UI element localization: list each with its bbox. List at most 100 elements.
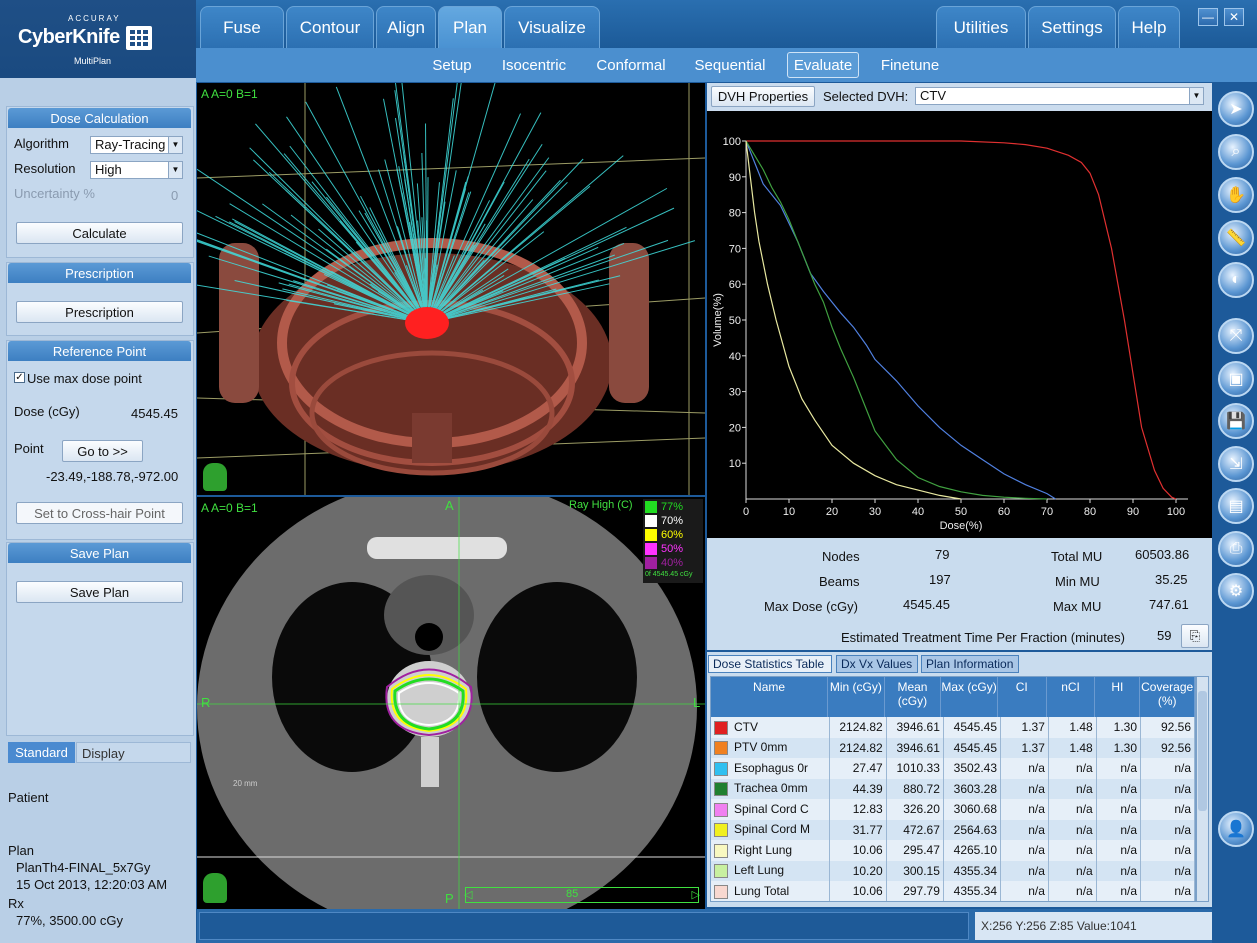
subtab-isocentric[interactable]: Isocentric — [496, 52, 572, 78]
tab-settings[interactable]: Settings — [1028, 6, 1116, 48]
save-icon[interactable]: 💾 — [1218, 403, 1254, 439]
orientation-head-icon[interactable] — [203, 873, 227, 903]
pan-hand-icon[interactable]: ✋ — [1218, 177, 1254, 213]
beams-value: 197 — [929, 572, 951, 587]
orientation-head-icon[interactable] — [203, 463, 227, 491]
isodose-label: 70% — [661, 515, 684, 527]
table-cell: n/a — [1096, 758, 1142, 779]
subtab-finetune[interactable]: Finetune — [876, 52, 944, 78]
uncertainty-value: 0 — [171, 188, 179, 203]
layout-icon[interactable]: ⚙ — [1218, 573, 1254, 609]
table-cell: n/a — [1140, 860, 1195, 881]
table-row[interactable]: PTV 0mm 2124.82 3946.61 4545.45 1.37 1.48 1.30… — [711, 737, 1195, 758]
tab-visualize[interactable]: Visualize — [504, 6, 600, 48]
tab-display[interactable]: Display — [76, 742, 191, 763]
table-scrollbar[interactable] — [1196, 676, 1209, 902]
structure-name: Esophagus 0r — [734, 760, 809, 775]
subtab-setup[interactable]: Setup — [426, 52, 478, 78]
zoom-icon[interactable]: ⌕ — [1218, 134, 1254, 170]
tab-plan[interactable]: Plan — [438, 6, 502, 48]
table-row[interactable]: CTV 2124.82 3946.61 4545.45 1.37 1.48 1.30 92.5… — [711, 717, 1195, 738]
table-row[interactable]: Left Lung 10.20 300.15 4355.34 n/a n/a n/a n/a — [711, 860, 1195, 881]
rx-label: Rx — [8, 896, 24, 911]
x-tick-label: 10 — [783, 506, 795, 518]
table-cell: n/a — [1048, 778, 1097, 799]
x-tick-label: 0 — [743, 506, 749, 518]
resolution-select[interactable]: High ▼ — [90, 161, 183, 179]
table-row[interactable]: Spinal Cord C 12.83 326.20 3060.68 n/a n/a n/a… — [711, 799, 1195, 820]
slider-left-arrow[interactable]: ◁ — [464, 888, 472, 901]
table-row[interactable]: Esophagus 0r 27.47 1010.33 3502.43 n/a n/a n/a… — [711, 758, 1195, 779]
table-row[interactable]: Spinal Cord M 31.77 472.67 2564.63 n/a n/a n/a… — [711, 819, 1195, 840]
save-plan-button[interactable]: Save Plan — [16, 581, 183, 603]
tab-standard[interactable]: Standard — [8, 742, 75, 763]
prescription-button[interactable]: Prescription — [16, 301, 183, 323]
table-cell: 1010.33 — [886, 758, 944, 779]
totalmu-label: Total MU — [1051, 549, 1103, 564]
window-level-icon[interactable]: ◐ — [1218, 262, 1254, 298]
column-header[interactable]: Name — [711, 677, 829, 717]
table-cell: n/a — [1000, 840, 1049, 861]
tab-dx-vx[interactable]: Dx Vx Values — [836, 655, 918, 673]
selected-dvh-select[interactable]: CTV ▼ — [915, 87, 1204, 105]
dose-table-body: CTV 2124.82 3946.61 4545.45 1.37 1.48 1.30 92.5… — [711, 717, 1195, 901]
pointer-icon[interactable]: ➤ — [1218, 91, 1254, 127]
export-icon[interactable]: ⎘ — [1181, 624, 1209, 648]
tab-align[interactable]: Align — [376, 6, 436, 48]
structure-name-cell: CTV — [711, 717, 830, 738]
isodose-legend-item: 40% — [645, 557, 683, 569]
screenshot-icon[interactable]: ▤ — [1218, 488, 1254, 524]
viewport-axial-ct[interactable]: A A=0 B=1 A P R L 20 mm Ray High (C) 77%… — [197, 497, 705, 909]
isodose-label: 40% — [661, 557, 684, 569]
subtab-sequential[interactable]: Sequential — [690, 52, 770, 78]
slider-right-arrow[interactable]: ▷ — [692, 888, 700, 901]
subtab-conformal[interactable]: Conformal — [590, 52, 672, 78]
cube-view-icon[interactable]: ▣ — [1218, 361, 1254, 397]
table-row[interactable]: Right Lung 10.06 295.47 4265.10 n/a n/a n/a n/a — [711, 840, 1195, 861]
column-header[interactable]: Min (cGy) — [828, 677, 885, 717]
tab-contour[interactable]: Contour — [286, 6, 374, 48]
column-header[interactable]: Mean (cGy) — [885, 677, 942, 717]
isodose-legend-item: 50% — [645, 543, 683, 555]
use-max-checkbox[interactable]: ✓ — [14, 372, 25, 383]
dvh-properties-button[interactable]: DVH Properties — [711, 86, 815, 107]
goto-button[interactable]: Go to >> — [62, 440, 143, 462]
cursor-coords: X:256 Y:256 Z:85 Value:1041 — [975, 912, 1212, 940]
tab-utilities[interactable]: Utilities — [936, 6, 1026, 48]
column-header[interactable]: nCI — [1047, 677, 1096, 717]
viewport-3d[interactable]: A A=0 B=1 — [197, 83, 705, 495]
ct-posterior-label: P — [445, 891, 454, 906]
table-cell: 10.06 — [829, 840, 887, 861]
tab-fuse[interactable]: Fuse — [200, 6, 284, 48]
y-tick-label: 100 — [723, 136, 741, 148]
print-icon[interactable]: ⎙ — [1218, 531, 1254, 567]
calculate-button[interactable]: Calculate — [16, 222, 183, 244]
reference-point-header: Reference Point — [8, 341, 191, 361]
algorithm-select[interactable]: Ray-Tracing ▼ — [90, 136, 183, 154]
column-header[interactable]: HI — [1095, 677, 1141, 717]
close-icon[interactable]: ✕ — [1224, 8, 1244, 26]
column-header[interactable]: CI — [998, 677, 1047, 717]
table-cell: 4545.45 — [943, 717, 1002, 738]
rx-value: 77%, 3500.00 cGy — [16, 913, 123, 928]
tab-help[interactable]: Help — [1118, 6, 1180, 48]
user-icon[interactable]: 👤 — [1218, 811, 1254, 847]
tab-dose-statistics[interactable]: Dose Statistics Table — [708, 655, 832, 673]
table-cell: 10.06 — [829, 881, 887, 901]
structure-name-cell: Spinal Cord C — [711, 799, 830, 820]
minimize-icon[interactable]: — — [1198, 8, 1218, 26]
column-header[interactable]: Max (cGy) — [941, 677, 998, 717]
maxdose-value: 4545.45 — [903, 597, 950, 612]
column-header[interactable]: Coverage (%) — [1140, 677, 1195, 717]
x-tick-label: 70 — [1041, 506, 1053, 518]
treatment-time-label: Estimated Treatment Time Per Fraction (m… — [841, 630, 1125, 645]
table-row[interactable]: Trachea 0mm 44.39 880.72 3603.28 n/a n/a n/a n/… — [711, 778, 1195, 799]
slice-slider[interactable]: ◁ ▷ 85 — [464, 887, 700, 903]
ruler-icon[interactable]: 📏 — [1218, 220, 1254, 256]
tab-plan-info[interactable]: Plan Information — [921, 655, 1019, 673]
crosshair-button[interactable]: Set to Cross-hair Point — [16, 502, 183, 524]
reset-view-icon[interactable]: ⤧ — [1218, 318, 1254, 354]
subtab-evaluate[interactable]: Evaluate — [787, 52, 859, 78]
table-row[interactable]: Lung Total 10.06 297.79 4355.34 n/a n/a n/a n/a — [711, 881, 1195, 901]
export-view-icon[interactable]: ⇲ — [1218, 446, 1254, 482]
